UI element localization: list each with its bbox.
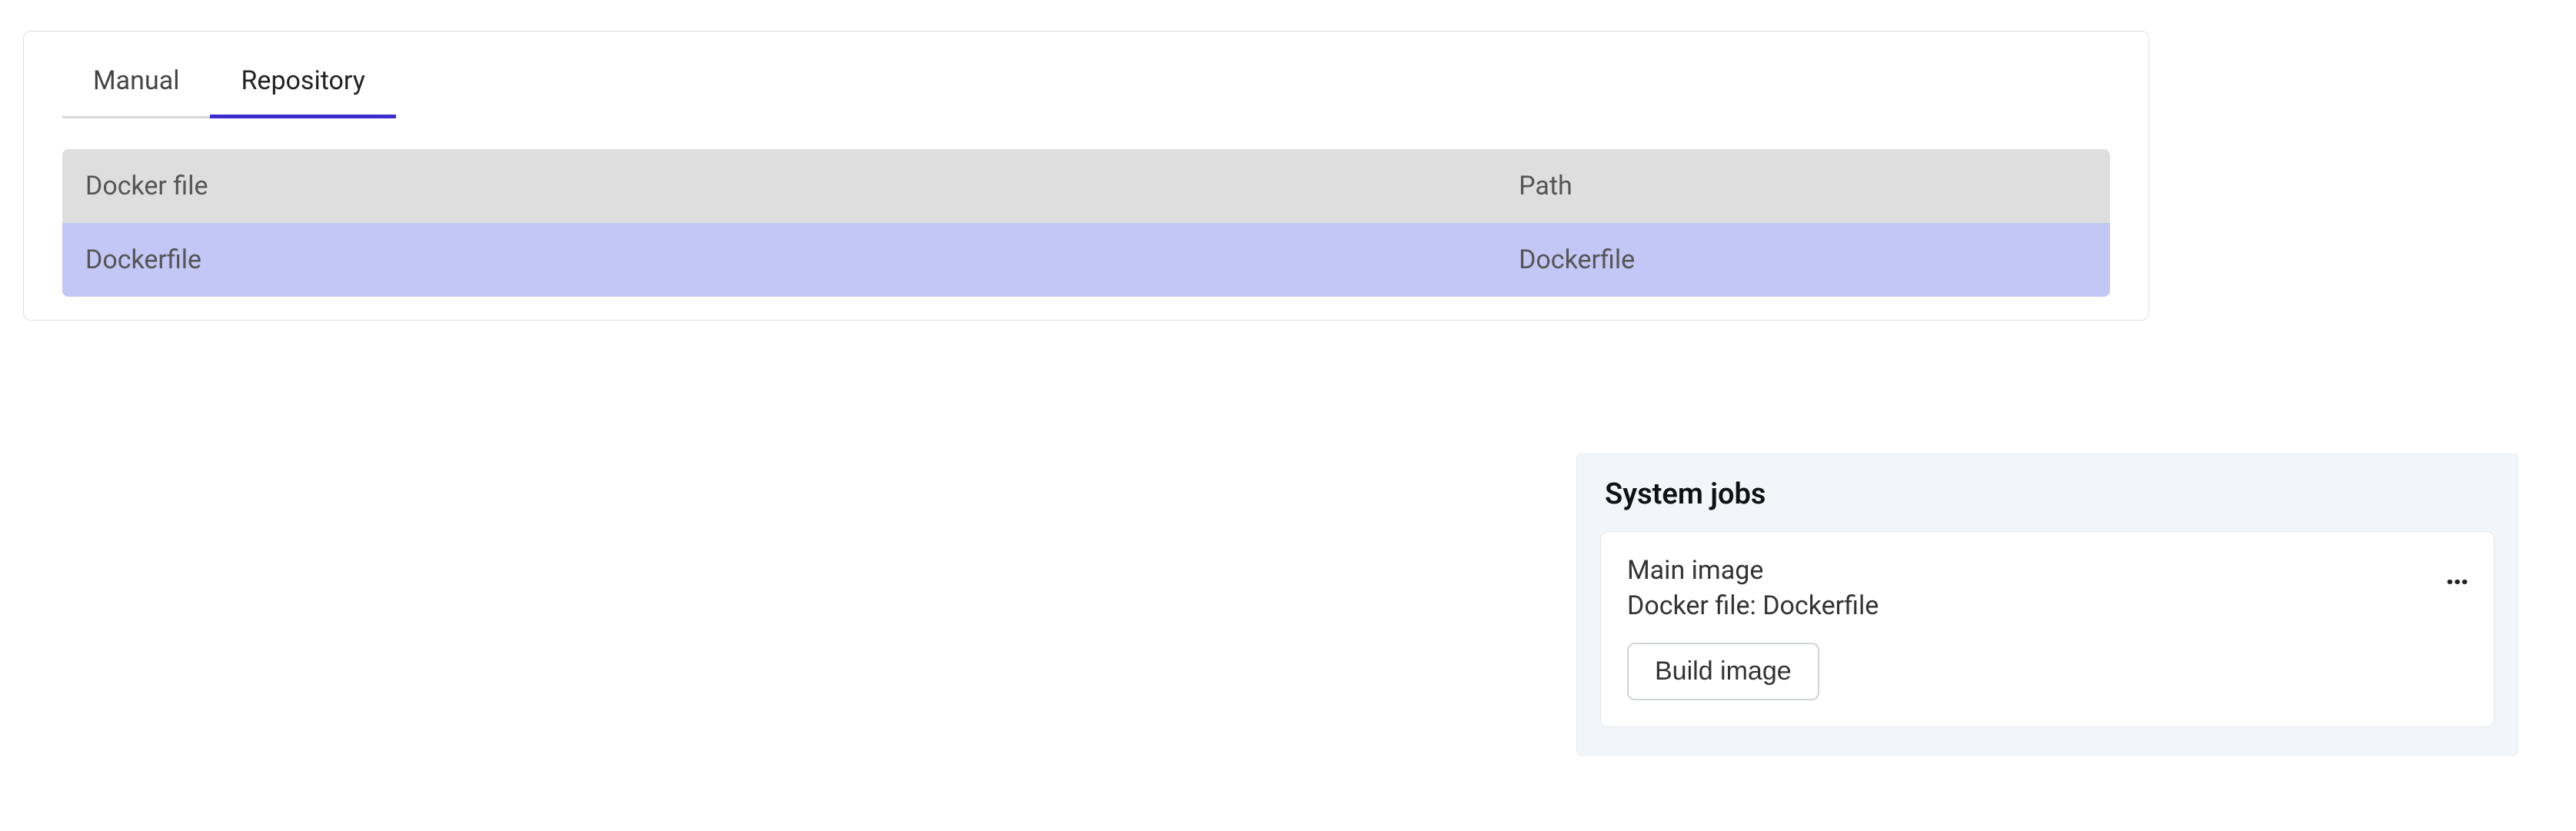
header-path: Path — [1496, 149, 2110, 223]
cell-path: Dockerfile — [1496, 223, 2110, 297]
dockerfile-table: Docker file Path Dockerfile Dockerfile — [62, 149, 2110, 297]
tab-manual[interactable]: Manual — [62, 47, 210, 118]
job-name: Main image — [1627, 555, 2468, 586]
tab-repository[interactable]: Repository — [210, 47, 395, 118]
table-header-row: Docker file Path — [62, 149, 2110, 223]
job-card: … Main image Docker file: Dockerfile Bui… — [1600, 531, 2494, 727]
cell-docker-file: Dockerfile — [62, 223, 1496, 297]
job-docker-file: Docker file: Dockerfile — [1627, 590, 2468, 621]
system-jobs-title: System jobs — [1600, 477, 2494, 511]
build-image-button[interactable]: Build image — [1627, 643, 1819, 700]
table-row[interactable]: Dockerfile Dockerfile — [62, 223, 2110, 297]
docker-config-panel: Manual Repository Docker file Path Docke… — [23, 31, 2149, 321]
more-icon[interactable]: … — [2445, 558, 2471, 590]
system-jobs-panel: System jobs … Main image Docker file: Do… — [1576, 454, 2518, 756]
header-docker-file: Docker file — [62, 149, 1496, 223]
source-tabs: Manual Repository — [24, 47, 2148, 118]
